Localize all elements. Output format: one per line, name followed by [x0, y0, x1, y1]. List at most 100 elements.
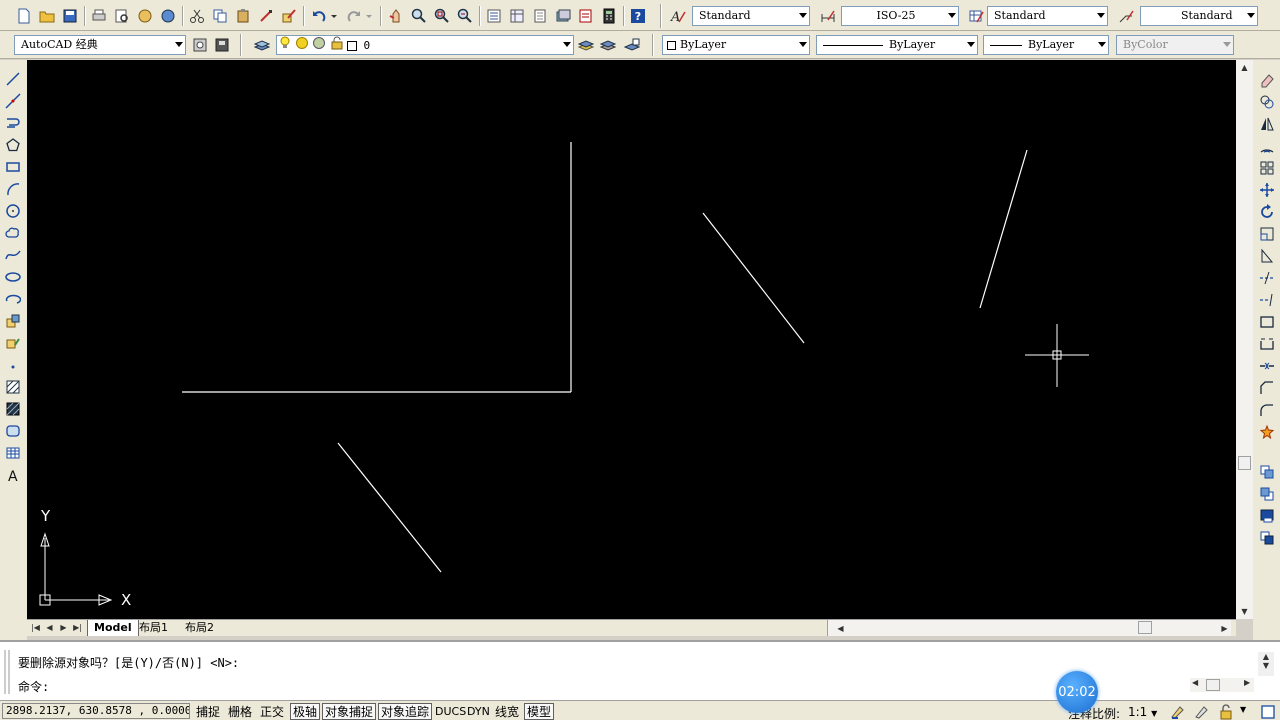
- table-style-select[interactable]: Standard: [987, 6, 1108, 26]
- plot-icon[interactable]: [89, 6, 109, 26]
- region-icon[interactable]: [2, 421, 24, 441]
- new-file-icon[interactable]: [14, 6, 34, 26]
- auto-scale-icon[interactable]: [1192, 702, 1212, 720]
- explode-icon[interactable]: [1256, 422, 1278, 442]
- ellipse-arc-icon[interactable]: [2, 289, 24, 309]
- move-icon[interactable]: [1256, 180, 1278, 200]
- design-center-icon[interactable]: [507, 6, 527, 26]
- snap-toggle[interactable]: 捕捉: [194, 703, 222, 720]
- point-icon[interactable]: [2, 355, 24, 375]
- layer-properties-icon[interactable]: [252, 35, 272, 55]
- multiline-text-icon[interactable]: A: [2, 465, 24, 485]
- polyline-icon[interactable]: [2, 113, 24, 133]
- layer-select[interactable]: 0: [276, 35, 574, 55]
- diagonal-line-bottom[interactable]: [337, 442, 442, 573]
- ellipse-icon[interactable]: [2, 267, 24, 287]
- coordinates-readout[interactable]: 2898.2137, 630.8578 , 0.0000: [2, 703, 190, 719]
- save-icon[interactable]: [60, 6, 80, 26]
- text-style-select[interactable]: Standard: [692, 6, 810, 26]
- last-tab-icon[interactable]: ▶|: [71, 621, 84, 634]
- fillet-icon[interactable]: [1256, 400, 1278, 420]
- stretch-icon[interactable]: [1256, 246, 1278, 266]
- layer-previous-icon[interactable]: [598, 35, 618, 55]
- command-horizontal-scrollbar[interactable]: ◀ ▶: [1190, 678, 1254, 692]
- gradient-icon[interactable]: [2, 399, 24, 419]
- grid-toggle[interactable]: 栅格: [226, 703, 254, 720]
- command-scroll-thumb[interactable]: [1206, 679, 1220, 691]
- command-window-grip[interactable]: [4, 650, 10, 694]
- rotate-icon[interactable]: [1256, 202, 1278, 222]
- sheet-set-manager-icon[interactable]: [553, 6, 573, 26]
- color-control-select[interactable]: ByLayer: [662, 35, 810, 55]
- first-tab-icon[interactable]: |◀: [29, 621, 42, 634]
- model-space-toggle[interactable]: 模型: [524, 703, 554, 720]
- diagonal-line-right[interactable]: [979, 149, 1028, 309]
- extend-icon[interactable]: [1256, 290, 1278, 310]
- vertical-scrollbar[interactable]: ▲ ▼: [1236, 60, 1253, 619]
- break-at-point-icon[interactable]: [1256, 312, 1278, 332]
- revision-cloud-icon[interactable]: [2, 223, 24, 243]
- multileader-style-select[interactable]: Standard: [1140, 6, 1258, 26]
- publish-icon[interactable]: [135, 6, 155, 26]
- annotation-visibility-icon[interactable]: [1168, 702, 1188, 720]
- undo-icon[interactable]: [309, 6, 329, 26]
- status-menu-chevron-icon[interactable]: ▼: [1240, 705, 1246, 714]
- scroll-down-icon[interactable]: ▼: [1236, 604, 1253, 618]
- hatch-icon[interactable]: [2, 377, 24, 397]
- tool-palettes-icon[interactable]: [530, 6, 550, 26]
- chamfer-icon[interactable]: [1256, 378, 1278, 398]
- send-to-back-icon[interactable]: [1256, 506, 1278, 526]
- help-icon[interactable]: ?: [628, 6, 648, 26]
- undo-dropdown-icon[interactable]: [328, 6, 340, 26]
- tab-layout1[interactable]: 布局1: [133, 620, 174, 636]
- offset-icon[interactable]: [1256, 136, 1278, 156]
- open-file-icon[interactable]: [37, 6, 57, 26]
- calculator-icon[interactable]: [599, 6, 619, 26]
- scroll-right-icon[interactable]: ▶: [1216, 621, 1233, 635]
- make-block-icon[interactable]: [2, 333, 24, 353]
- scroll-up-icon[interactable]: ▲: [1236, 60, 1253, 74]
- insert-block-icon[interactable]: [2, 311, 24, 331]
- polygon-icon[interactable]: [2, 135, 24, 155]
- plot-preview-icon[interactable]: [112, 6, 132, 26]
- previous-tab-icon[interactable]: ◀: [43, 621, 56, 634]
- scroll-left-icon[interactable]: ◀: [1192, 678, 1198, 687]
- ducs-toggle[interactable]: DUCS: [434, 703, 466, 720]
- arc-icon[interactable]: [2, 179, 24, 199]
- layer-states-icon[interactable]: [622, 35, 642, 55]
- drawing-canvas[interactable]: Y X: [27, 60, 1236, 619]
- table-icon[interactable]: [2, 443, 24, 463]
- tab-layout2[interactable]: 布局2: [179, 620, 220, 636]
- scroll-up-icon[interactable]: ▲: [1258, 652, 1274, 661]
- dyn-toggle[interactable]: DYN: [466, 703, 490, 720]
- scroll-right-icon[interactable]: ▶: [1244, 678, 1250, 687]
- bring-to-front-icon[interactable]: [1256, 484, 1278, 504]
- scroll-down-icon[interactable]: ▼: [1258, 661, 1274, 670]
- copy-icon[interactable]: [210, 6, 230, 26]
- workspace-select[interactable]: AutoCAD 经典: [14, 35, 186, 55]
- toolbar-lock-icon[interactable]: [1216, 702, 1236, 720]
- properties-icon[interactable]: [484, 6, 504, 26]
- multileader-style-icon[interactable]: [1116, 6, 1136, 26]
- join-icon[interactable]: [1256, 356, 1278, 376]
- block-editor-icon[interactable]: [279, 6, 299, 26]
- markup-set-manager-icon[interactable]: [576, 6, 596, 26]
- rectangle-icon[interactable]: [2, 157, 24, 177]
- 3d-dwf-icon[interactable]: [158, 6, 178, 26]
- scroll-left-icon[interactable]: ◀: [832, 621, 849, 635]
- diagonal-line-middle[interactable]: [702, 212, 805, 344]
- lineweight-control-select[interactable]: ByLayer: [983, 35, 1109, 55]
- annotation-scale-select[interactable]: 1:1 ▼: [1128, 705, 1157, 719]
- command-scrollbar[interactable]: ▲ ▼: [1258, 652, 1274, 676]
- vertical-scroll-thumb[interactable]: [1238, 456, 1251, 470]
- save-workspace-icon[interactable]: [212, 35, 232, 55]
- pan-icon[interactable]: [386, 6, 406, 26]
- table-style-icon[interactable]: [966, 6, 986, 26]
- make-object-layer-current-icon[interactable]: [576, 35, 596, 55]
- cut-icon[interactable]: [187, 6, 207, 26]
- match-properties-icon[interactable]: [256, 6, 276, 26]
- break-icon[interactable]: [1256, 334, 1278, 354]
- object-tracking-toggle[interactable]: 对象追踪: [378, 703, 432, 720]
- draw-order-icon[interactable]: [1256, 462, 1278, 482]
- next-tab-icon[interactable]: ▶: [57, 621, 70, 634]
